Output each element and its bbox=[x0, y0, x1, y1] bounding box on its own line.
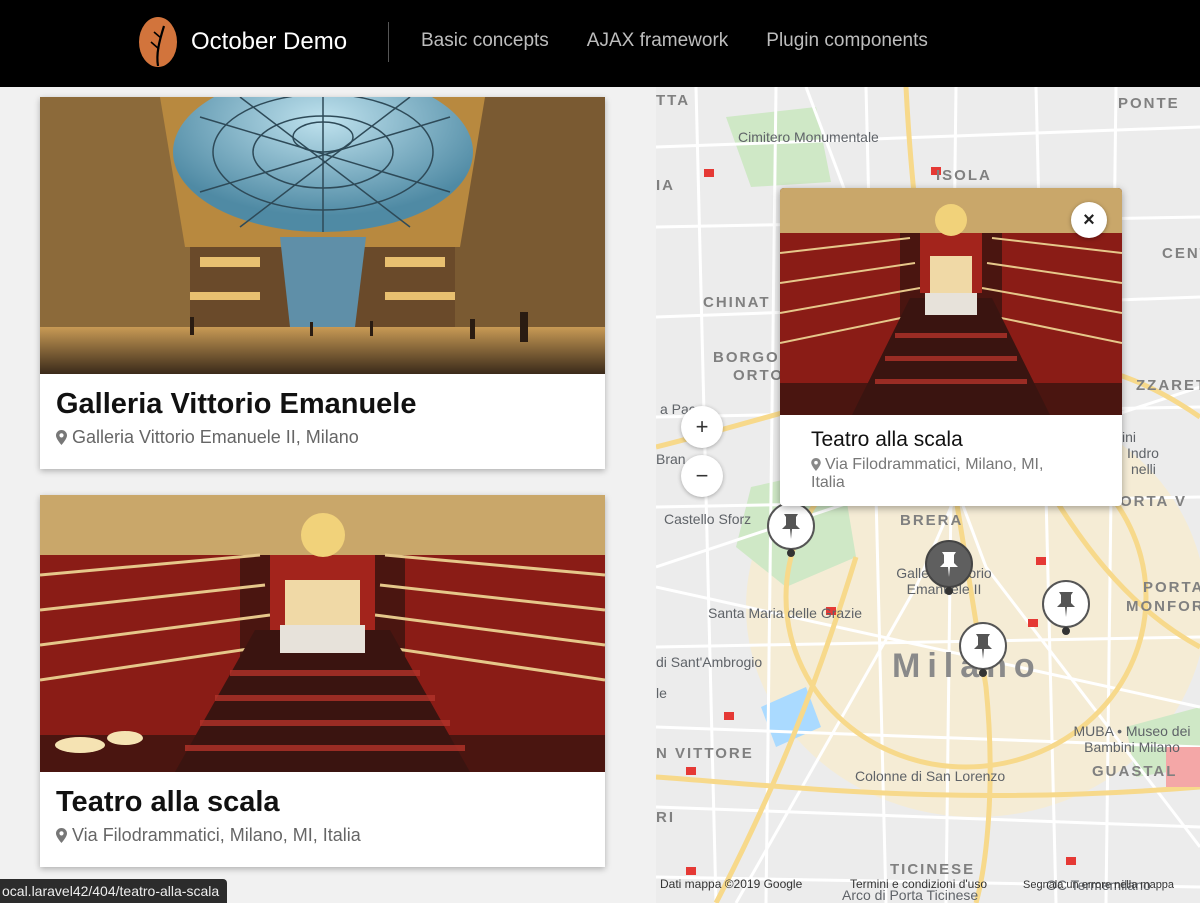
popup-title: Teatro alla scala bbox=[811, 428, 963, 451]
place-address: Via Filodrammatici, Milano, MI, Italia bbox=[56, 825, 589, 846]
map-label-district: TICINESE bbox=[890, 861, 976, 878]
brand-name: October Demo bbox=[191, 28, 348, 55]
nav-divider bbox=[388, 22, 389, 62]
map-label-district: RI bbox=[656, 809, 675, 826]
close-button[interactable]: × bbox=[1071, 202, 1107, 238]
map-poi-label: Cimitero Monumentale bbox=[738, 129, 879, 145]
place-card-teatro[interactable]: Teatro alla scala Via Filodrammatici, Mi… bbox=[40, 495, 605, 867]
nav-ajax-framework[interactable]: AJAX framework bbox=[587, 30, 728, 52]
nav-plugin-components[interactable]: Plugin components bbox=[766, 30, 928, 52]
status-url: ocal.laravel42/404/teatro-alla-scala bbox=[0, 879, 228, 903]
map-label-district: BORGO bbox=[713, 349, 780, 366]
map-poi-label: le bbox=[656, 685, 667, 701]
map-label-district: PORTA bbox=[1143, 579, 1200, 596]
map-info-window: × Teatro alla scala Via Filodrammatici, … bbox=[780, 188, 1122, 506]
card-body: Galleria Vittorio Emanuele Galleria Vitt… bbox=[40, 374, 605, 469]
map-label-district: CENT bbox=[1162, 245, 1200, 262]
map-label-district: MONFOR bbox=[1126, 598, 1200, 615]
map-pin-marker-icon[interactable] bbox=[924, 539, 974, 595]
place-address-text: Galleria Vittorio Emanuele II, Milano bbox=[72, 427, 359, 447]
map-poi-label: Indro bbox=[1127, 445, 1159, 461]
popup-address-text: Via Filodrammatici, Milano, MI, Italia bbox=[811, 456, 1044, 491]
main-nav: Basic concepts AJAX framework Plugin com… bbox=[421, 30, 928, 52]
teatro-photo bbox=[40, 495, 605, 772]
map-poi-label: MUBA • Museo dei Bambini Milano bbox=[1073, 723, 1191, 755]
leaf-logo-icon bbox=[139, 17, 177, 67]
zoom-in-button[interactable]: + bbox=[681, 406, 723, 448]
zoom-out-button[interactable]: − bbox=[681, 455, 723, 497]
map-label-district: CHINAT bbox=[703, 294, 771, 311]
nav-basic-concepts[interactable]: Basic concepts bbox=[421, 30, 549, 52]
place-address-text: Via Filodrammatici, Milano, MI, Italia bbox=[72, 825, 361, 845]
map-pin-marker-icon[interactable] bbox=[958, 621, 1008, 677]
map-marker-icon bbox=[56, 430, 67, 445]
map-label-district: ISOLA bbox=[936, 167, 992, 184]
top-navbar: October Demo Basic concepts AJAX framewo… bbox=[0, 0, 1200, 87]
map-report-link[interactable]: Segnala un errore nella mappa bbox=[1023, 879, 1174, 891]
map-label-district: ZZARET bbox=[1136, 377, 1200, 394]
map-pin-marker-icon[interactable] bbox=[1041, 579, 1091, 635]
place-card-galleria[interactable]: Galleria Vittorio Emanuele Galleria Vitt… bbox=[40, 97, 605, 469]
card-body: Teatro alla scala Via Filodrammatici, Mi… bbox=[40, 772, 605, 867]
map-label-district: PONTE bbox=[1118, 95, 1180, 112]
map-label-district: IA bbox=[656, 177, 675, 194]
map-data-credit: Dati mappa ©2019 Google bbox=[660, 877, 803, 891]
map-poi-label: Colonne di San Lorenzo bbox=[855, 768, 1006, 784]
map-label-district: N VITTORE bbox=[656, 745, 754, 762]
map-poi-label: ini bbox=[1122, 429, 1137, 445]
place-title: Galleria Vittorio Emanuele bbox=[56, 388, 417, 420]
popup-address: Via Filodrammatici, Milano, MI, Italia bbox=[811, 456, 1081, 492]
map-poi-label: nelli bbox=[1131, 461, 1156, 477]
galleria-photo bbox=[40, 97, 605, 374]
map-poi-label: Bran bbox=[656, 451, 686, 467]
place-address: Galleria Vittorio Emanuele II, Milano bbox=[56, 427, 589, 448]
map-label-district: ORTO bbox=[733, 367, 785, 384]
map-poi-label: Castello Sforz bbox=[664, 511, 752, 527]
map-label-district: TTA bbox=[656, 92, 691, 109]
map-label-district: GUASTAL bbox=[1092, 763, 1178, 780]
map-pin-marker-icon[interactable] bbox=[766, 501, 816, 557]
map-poi-label: di Sant'Ambrogio bbox=[656, 654, 763, 670]
map-label-district: BRERA bbox=[900, 512, 964, 529]
map-marker-icon bbox=[811, 458, 821, 471]
map-terms-link[interactable]: Termini e condizioni d'uso bbox=[850, 877, 987, 891]
map-marker-icon bbox=[56, 828, 67, 843]
map-poi-label: Santa Maria delle Grazie bbox=[708, 605, 863, 621]
place-title: Teatro alla scala bbox=[56, 786, 280, 818]
brand-link[interactable]: October Demo bbox=[137, 16, 347, 68]
